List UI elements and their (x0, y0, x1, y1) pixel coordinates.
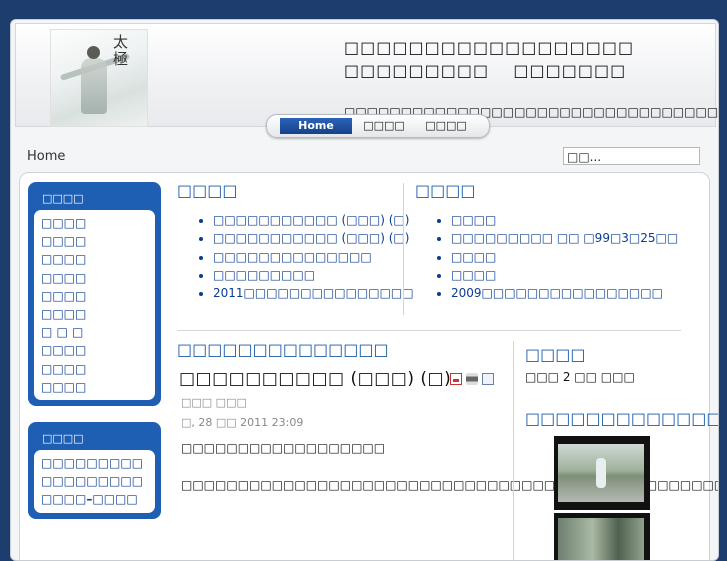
article-date: □, 28 □□ 2011 23:09 (181, 416, 304, 429)
site-title-line: □□□□□□□□□□□□□□□□□□ (344, 38, 635, 57)
list-item[interactable]: 2011□□□□□□□□□□□□□□□ (213, 284, 414, 302)
popular-title: □□□□ (415, 181, 476, 200)
popular-list: □□□□ □□□□□□□□□ □□ □99□3□25□□ □□□□ □□□□ 2… (415, 211, 678, 302)
top-nav: Home □□□□ □□□□ (266, 114, 490, 138)
sidebar-item[interactable]: □□□□ (41, 341, 155, 359)
video-scene (558, 518, 644, 560)
sidebar-item[interactable]: □□□□ (41, 287, 155, 305)
page-container: 太極 □□□□□□□□□□□□□□□□□□ □□□□□□□□□ □□□□□□□ □… (10, 19, 719, 561)
article-intro: □□□□□□□□□□□□□□□□□□ (181, 441, 386, 455)
video-person (596, 458, 606, 488)
article-body: □□□□□□□□□□□□□□□□□□□□□□□□□□□□□□□□□□□ □□□□□… (181, 478, 718, 492)
article-title[interactable]: □□□□□□□□□□ (□□□) (□) (179, 369, 451, 389)
column-divider (403, 183, 404, 315)
online-title: □□□□ (525, 345, 586, 364)
sidebar-menu-list: □□□□ □□□□ □□□□ □□□□ □□□□ □□□□ □ □ □ □□□□… (34, 210, 155, 401)
sidebar-item[interactable]: □□□□□□□□□ (41, 472, 155, 490)
sidebar-item[interactable]: □□□□ (41, 360, 155, 378)
column-divider (513, 341, 514, 560)
sidebar-item[interactable]: □□□□ (41, 232, 155, 250)
online-count: □□□ 2 □□ □□□ (525, 370, 635, 384)
sidebar-menu-title: □□□□ (42, 432, 84, 445)
sidebar-item[interactable]: □□□□ (41, 214, 155, 232)
sidebar-item[interactable]: □□□□ (41, 269, 155, 287)
latest-news-title: □□□□ (177, 181, 238, 200)
sidebar-menu-list: □□□□□□□□□ □□□□□□□□□ □□□□–□□□□ (34, 450, 155, 513)
video-thumbnail[interactable] (554, 513, 650, 560)
article-author: □□□ □□□ (181, 396, 247, 409)
list-item[interactable]: 2009□□□□□□□□□□□□□□□□ (451, 284, 678, 302)
sidebar-menu-title: □□□□ (42, 192, 84, 205)
print-icon[interactable] (466, 372, 478, 385)
article-tools (450, 371, 498, 386)
video-title: □□□□□□□□□□□□□ (525, 409, 719, 428)
sidebar-menu-main: □□□□ □□□□ □□□□ □□□□ □□□□ □□□□ □□□□ □ □ □… (28, 182, 161, 406)
list-item[interactable]: □□□□□□□□□□□□□□ (213, 248, 414, 266)
latest-news-list: □□□□□□□□□□□ (□□□) (□) □□□□□□□□□□□ (□□□) … (177, 211, 414, 302)
video-thumbnail[interactable] (554, 436, 650, 510)
list-item[interactable]: □□□□ (451, 266, 678, 284)
sidebar-item[interactable]: □□□□□□□□□ (41, 454, 155, 472)
site-title: □□□□□□□□□□□□□□□□□□ □□□□□□□□□ □□□□□□□ (344, 36, 634, 82)
content-area: □□□□ □□□□ □□□□ □□□□ □□□□ □□□□ □□□□ □ □ □… (19, 172, 718, 560)
list-item[interactable]: □□□□□□□□□□□ (□□□) (□) (213, 211, 414, 229)
section-divider (177, 330, 681, 331)
sidebar-item[interactable]: □ □ □ (41, 323, 155, 341)
nav-tab-2[interactable]: □□□□ (354, 118, 414, 134)
search-input[interactable]: □□... (563, 147, 700, 165)
logo-figure-head (87, 46, 100, 59)
sidebar-menu-secondary: □□□□ □□□□□□□□□ □□□□□□□□□ □□□□–□□□□ (28, 422, 161, 519)
pdf-icon[interactable] (450, 372, 462, 385)
site-logo[interactable]: 太極 (50, 29, 148, 127)
site-title-line: □□□□□□□□□ □□□□□□□ (344, 61, 627, 80)
email-icon[interactable] (482, 372, 494, 385)
logo-calligraphy: 太極 (113, 33, 129, 68)
list-item[interactable]: □□□□ (451, 211, 678, 229)
sidebar-item[interactable]: □□□□ (41, 250, 155, 268)
sidebar-item[interactable]: □□□□–□□□□ (41, 490, 155, 508)
site-header: 太極 □□□□□□□□□□□□□□□□□□ □□□□□□□□□ □□□□□□□ □… (15, 23, 718, 127)
list-item[interactable]: □□□□□□□□□□□ (□□□) (□) (213, 229, 414, 247)
list-item[interactable]: □□□□□□□□□ (213, 266, 414, 284)
article-section-title[interactable]: □□□□□□□□□□□□□□ (177, 340, 389, 359)
logo-figure-body (81, 58, 107, 114)
nav-tab-home[interactable]: Home (280, 118, 352, 134)
list-item[interactable]: □□□□ (451, 248, 678, 266)
list-item[interactable]: □□□□□□□□□ □□ □99□3□25□□ (451, 229, 678, 247)
sidebar-item[interactable]: □□□□ (41, 305, 155, 323)
nav-tab-3[interactable]: □□□□ (416, 118, 476, 134)
sidebar-item[interactable]: □□□□ (41, 378, 155, 396)
breadcrumb[interactable]: Home (27, 149, 65, 164)
